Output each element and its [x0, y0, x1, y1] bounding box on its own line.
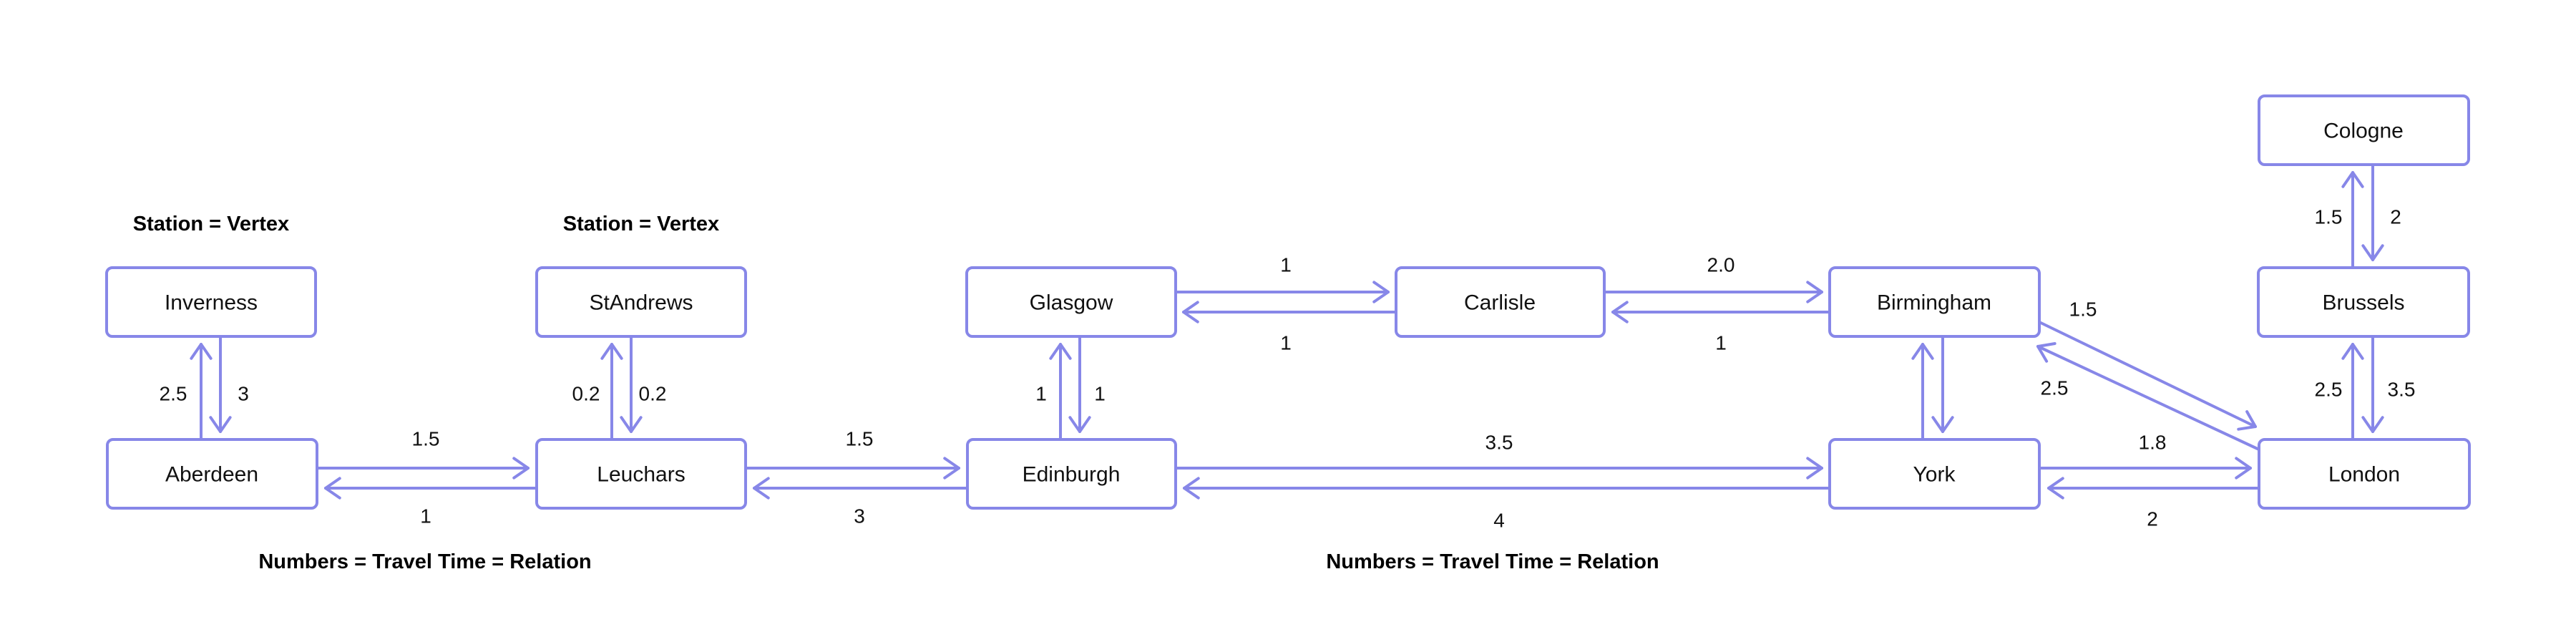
edge-carlisle-to-birmingham: 2.0 — [1603, 254, 1823, 303]
node-label: Edinburgh — [1023, 463, 1121, 487]
node-label: Glasgow — [1030, 291, 1113, 315]
edge-weight-label: 1 — [1094, 383, 1106, 405]
relation-annotation-right: Numbers = Travel Time = Relation — [1326, 550, 1659, 573]
edge-leuchars-to-standrews: 0.2 — [572, 343, 623, 441]
edge-glasgow-to-carlisle: 1 — [1174, 254, 1390, 303]
node-inverness[interactable]: Inverness — [105, 266, 317, 338]
node-standrews[interactable]: StAndrews — [535, 266, 747, 338]
node-label: York — [1913, 463, 1956, 487]
edge-london-to-york: 2 — [2047, 477, 2260, 530]
edge-weight-label: 2.5 — [160, 383, 187, 405]
edge-cologne-to-brussels: 2 — [2361, 163, 2401, 261]
edge-weight-label: 1 — [1280, 254, 1292, 276]
node-label: Aberdeen — [165, 463, 258, 487]
edge-leuchars-to-edinburgh: 1.5 — [744, 428, 960, 480]
station-graph-diagram: Station = Vertex Station = Vertex Number… — [105, 94, 2471, 573]
node-cologne[interactable]: Cologne — [2258, 94, 2470, 166]
edge-inverness-to-aberdeen: 3 — [209, 335, 249, 433]
edge-weight-label: 1.5 — [846, 428, 874, 450]
edge-aberdeen-to-inverness: 2.5 — [160, 343, 213, 441]
edge-york-to-edinburgh: 4 — [1183, 477, 1831, 532]
relation-annotation-left: Numbers = Travel Time = Relation — [258, 550, 591, 573]
edge-glasgow-to-edinburgh: 1 — [1068, 335, 1106, 433]
edge-edinburgh-to-york: 3.5 — [1174, 432, 1823, 480]
edge-edinburgh-to-glasgow: 1 — [1035, 343, 1072, 441]
node-aberdeen[interactable]: Aberdeen — [106, 438, 318, 510]
edge-weight-label: 0.2 — [572, 383, 600, 405]
edge-weight-label: 2 — [2147, 508, 2158, 530]
edge-carlisle-to-glasgow: 1 — [1182, 301, 1397, 354]
node-london[interactable]: London — [2258, 438, 2471, 510]
node-label: StAndrews — [589, 291, 693, 315]
edge-york-to-london: 1.8 — [2038, 432, 2252, 480]
edge-edinburgh-to-leuchars: 3 — [753, 477, 969, 528]
edge-london-to-brussels: 2.5 — [2315, 343, 2364, 441]
edge-weight-label: 1 — [1280, 332, 1292, 354]
edge-weight-label: 3 — [854, 505, 865, 528]
edge-birmingham-to-york — [1931, 335, 1954, 433]
node-label: Brussels — [2322, 291, 2404, 315]
node-label: Carlisle — [1464, 291, 1536, 315]
node-edinburgh[interactable]: Edinburgh — [966, 438, 1177, 510]
node-label: Inverness — [165, 291, 258, 315]
edge-weight-label: 3.5 — [2388, 379, 2416, 401]
edge-weight-label: 2.0 — [1707, 254, 1735, 276]
node-label: London — [2328, 463, 2400, 487]
node-carlisle[interactable]: Carlisle — [1395, 266, 1606, 338]
edge-aberdeen-to-leuchars: 1.5 — [316, 428, 530, 480]
edge-brussels-to-cologne: 1.5 — [2315, 171, 2364, 269]
node-brussels[interactable]: Brussels — [2257, 266, 2470, 338]
vertex-annotation-right: Station = Vertex — [563, 213, 719, 235]
node-leuchars[interactable]: Leuchars — [535, 438, 747, 510]
edge-leuchars-to-aberdeen: 1 — [324, 477, 538, 528]
edge-birmingham-to-carlisle: 1 — [1611, 301, 1831, 354]
node-label: Cologne — [2323, 120, 2404, 143]
edges-layer: 2.5 3 0.2 0.2 1.5 1 1.5 3 1 1 1 1 2.0 1 3.5 4 1.5 2.5 1.8 2… — [160, 163, 2416, 532]
edge-weight-label: 2 — [2390, 206, 2401, 228]
node-york[interactable]: York — [1828, 438, 2041, 510]
edge-weight-label: 1.5 — [412, 428, 440, 450]
edge-weight-label: 1 — [1035, 383, 1047, 405]
edge-york-to-birmingham — [1911, 343, 1934, 441]
edge-weight-label: 4 — [1493, 510, 1505, 532]
edge-weight-label: 1 — [1715, 332, 1727, 354]
edge-weight-label: 3 — [238, 383, 249, 405]
edge-weight-label: 1.8 — [2139, 432, 2167, 454]
edge-line — [2038, 321, 2257, 428]
edge-weight-label: 3.5 — [1485, 432, 1513, 454]
edge-weight-label: 2.5 — [2315, 379, 2343, 401]
edge-weight-label: 1.5 — [2069, 298, 2097, 321]
vertex-annotation-left: Station = Vertex — [133, 213, 289, 235]
node-birmingham[interactable]: Birmingham — [1828, 266, 2041, 338]
edge-standrews-to-leuchars: 0.2 — [620, 335, 667, 433]
edge-weight-label: 2.5 — [2041, 377, 2069, 399]
node-label: Leuchars — [597, 463, 685, 487]
edge-weight-label: 1 — [420, 505, 431, 528]
node-glasgow[interactable]: Glasgow — [965, 266, 1177, 338]
edge-weight-label: 1.5 — [2315, 206, 2343, 228]
edge-weight-label: 0.2 — [639, 383, 667, 405]
node-label: Birmingham — [1877, 291, 1991, 315]
edge-brussels-to-london: 3.5 — [2361, 335, 2416, 433]
